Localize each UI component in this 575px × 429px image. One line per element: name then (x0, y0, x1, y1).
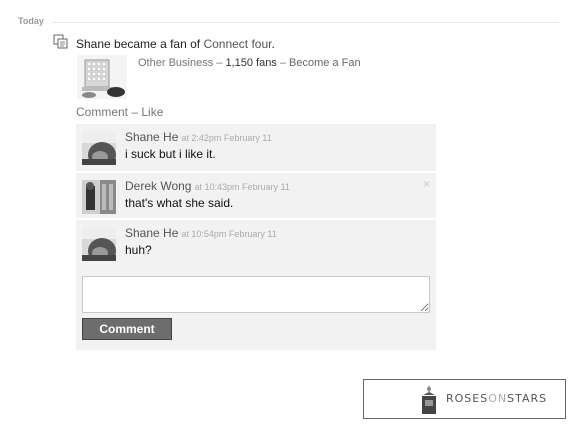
become-fan-link[interactable]: Become a Fan (289, 57, 361, 69)
comment-author[interactable]: Shane He (125, 130, 178, 144)
comment-list: Shane He at 2:42pm February 11 i suck but… (76, 124, 436, 350)
comment-item: Derek Wong at 10:43pm February 11 that's … (76, 171, 436, 216)
action-separator: – (128, 105, 142, 119)
comment-timestamp: at 10:43pm February 11 (194, 182, 290, 192)
meta-separator: – (276, 57, 290, 69)
day-divider (52, 22, 559, 23)
story-action: became a fan of (110, 37, 204, 51)
comment-link[interactable]: Comment (76, 105, 128, 119)
comment-text: i suck but i like it. (125, 147, 216, 161)
page-category: Other Business (138, 57, 214, 69)
comment-timestamp: at 2:42pm February 11 (181, 133, 272, 143)
lantern-icon (419, 386, 439, 414)
day-label: Today (18, 16, 44, 26)
story-actor[interactable]: Shane (76, 37, 111, 51)
page-meta: Other Business – 1,150 fans – Become a F… (138, 57, 361, 69)
comment-timestamp: at 10:54pm February 11 (181, 229, 277, 239)
watermark-part: ROSES (446, 392, 489, 405)
story-text: Shane became a fan of Connect four. (76, 37, 275, 51)
watermark-text: ROSESONSTARS (446, 392, 547, 405)
watermark-part: ON (488, 392, 508, 405)
day-header: Today (18, 16, 559, 30)
watermark-part: STARS (507, 392, 548, 405)
avatar[interactable] (82, 180, 116, 214)
comment-author[interactable]: Derek Wong (125, 179, 191, 193)
meta-separator: – (213, 57, 226, 69)
comment-item: Shane He at 10:54pm February 11 huh? (76, 218, 436, 263)
comment-header: Shane He at 2:42pm February 11 (125, 130, 272, 144)
comment-header: Shane He at 10:54pm February 11 (125, 226, 277, 240)
avatar[interactable] (82, 227, 116, 261)
comment-text: huh? (125, 243, 152, 257)
comment-item: Shane He at 2:42pm February 11 i suck but… (76, 124, 436, 169)
comment-input[interactable] (82, 276, 430, 313)
page-link[interactable]: Connect four (203, 37, 271, 51)
comment-text: that's what she said. (125, 196, 234, 210)
comment-header: Derek Wong at 10:43pm February 11 (125, 179, 290, 193)
story-actions: Comment – Like (76, 105, 163, 119)
fan-count: 1,150 fans (225, 57, 277, 69)
submit-comment-button[interactable]: Comment (82, 318, 172, 340)
like-link[interactable]: Like (141, 105, 163, 119)
comment-author[interactable]: Shane He (125, 226, 178, 240)
fan-page-icon (53, 34, 69, 50)
avatar[interactable] (82, 131, 116, 165)
page-thumbnail[interactable] (77, 55, 127, 99)
delete-icon[interactable]: × (423, 177, 430, 191)
story-end: . (271, 37, 275, 51)
watermark-logo: ROSESONSTARS (363, 379, 566, 419)
